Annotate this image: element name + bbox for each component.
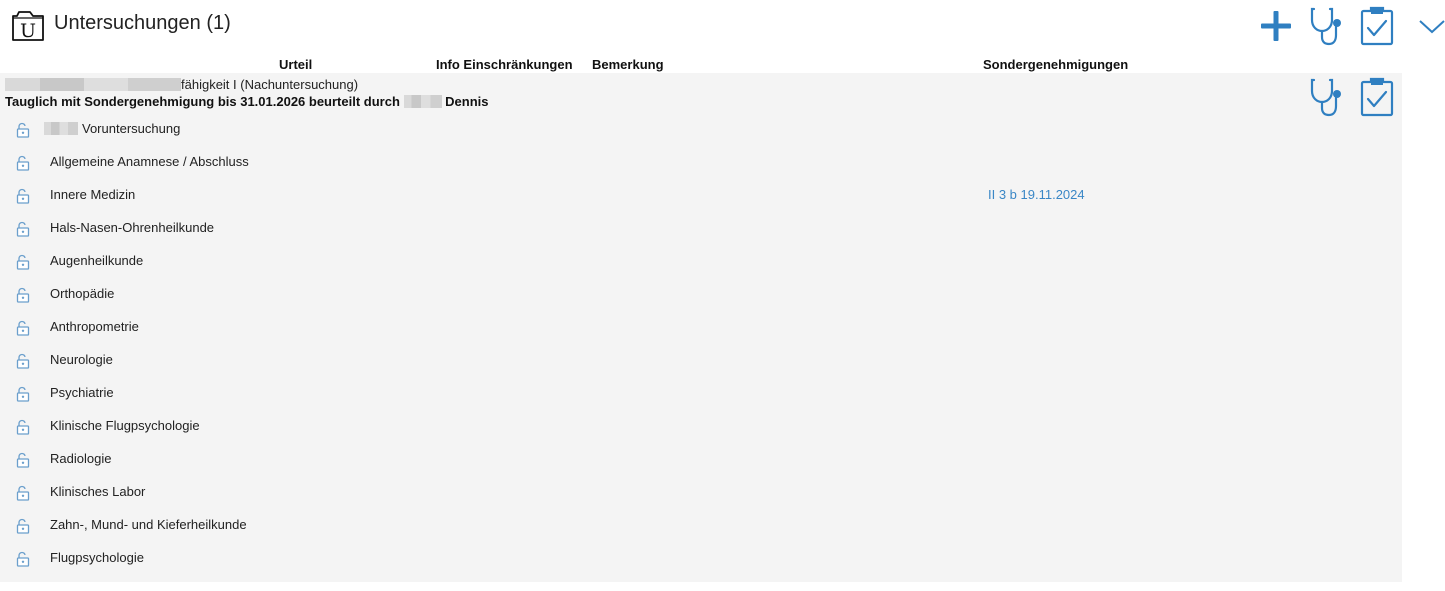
examination-label: Orthopädie [50,286,115,301]
examination-row[interactable]: Innere Medizin II 3 b 19.11.2024 [0,178,1402,211]
redacted-text [403,95,442,108]
examination-label: Hals-Nasen-Ohrenheilkunde [50,220,215,235]
clipboard-check-icon [1360,77,1394,117]
collapse-button[interactable] [1414,6,1445,46]
unlocked-icon [15,254,31,270]
examination-label: Klinische Flugpsychologie [50,418,200,433]
examination-label: Psychiatrie [50,385,114,400]
examination-row[interactable]: Anthropometrie [0,310,1402,343]
examination-label: Flugpsychologie [50,550,144,565]
unlocked-icon [15,452,31,468]
examination-row[interactable]: Hals-Nasen-Ohrenheilkunde [0,211,1402,244]
examination-row[interactable]: Radiologie [0,442,1402,475]
column-header-urteil[interactable]: Urteil [279,57,312,72]
plus-icon [1261,11,1291,41]
examination-row[interactable]: Allgemeine Anamnese / Abschluss [0,145,1402,178]
examination-row[interactable]: Psychiatrie [0,376,1402,409]
unlocked-icon [15,353,31,369]
examination-row[interactable]: Orthopädie [0,277,1402,310]
unlocked-icon [15,188,31,204]
unlocked-icon [15,419,31,435]
examination-list: Voruntersuchung Allgemeine Anamnese / Ab… [0,112,1402,574]
redacted-text [44,122,78,135]
examination-label: Radiologie [50,451,112,466]
redacted-text [5,78,181,91]
section-header: U Untersuchungen (1) [0,0,1445,50]
checklist-button[interactable] [1359,6,1395,46]
examination-folder-icon: U [11,10,45,42]
unlocked-icon [15,122,31,138]
unlocked-icon [15,518,31,534]
case-title[interactable]: fähigkeit I (Nachuntersuchung) [5,77,358,92]
add-button[interactable] [1258,6,1294,46]
column-header-bemerkung[interactable]: Bemerkung [592,57,664,72]
examination-case-panel: fähigkeit I (Nachuntersuchung) Tauglich … [0,73,1402,582]
examination-label: Allgemeine Anamnese / Abschluss [50,154,249,169]
unlocked-icon [15,386,31,402]
chevron-down-icon [1419,20,1445,34]
examination-row[interactable]: Klinische Flugpsychologie [0,409,1402,442]
sondergenehmigung-link[interactable]: II 3 b 19.11.2024 [988,187,1085,202]
examination-button[interactable] [1308,6,1344,46]
examination-label: Zahn-, Mund- und Kieferheilkunde [50,517,247,532]
column-header-info-einschraenkungen[interactable]: Info Einschränkungen [436,57,573,72]
examination-label: Klinisches Labor [50,484,146,499]
examination-label: Voruntersuchung [82,121,181,136]
examination-label: Innere Medizin [50,187,136,202]
unlocked-icon [15,485,31,501]
examination-label: Anthropometrie [50,319,139,334]
unlocked-icon [15,287,31,303]
svg-text:U: U [20,20,36,42]
case-checklist-button[interactable] [1359,77,1395,117]
case-verdict: Tauglich mit Sondergenehmigung bis 31.01… [5,94,489,109]
examination-row[interactable]: Neurologie [0,343,1402,376]
column-header-sondergenehmigungen[interactable]: Sondergenehmigungen [983,57,1128,72]
unlocked-icon [15,551,31,567]
examination-row[interactable]: Voruntersuchung [0,112,1402,145]
examination-row[interactable]: Augenheilkunde [0,244,1402,277]
examination-label: Augenheilkunde [50,253,144,268]
stethoscope-icon [1310,7,1341,46]
case-examination-button[interactable] [1308,77,1344,117]
clipboard-check-icon [1360,6,1394,46]
examination-label: Neurologie [50,352,113,367]
examination-row[interactable]: Flugpsychologie [0,541,1402,574]
unlocked-icon [15,320,31,336]
unlocked-icon [15,221,31,237]
examination-row[interactable]: Klinisches Labor [0,475,1402,508]
stethoscope-icon [1310,78,1341,117]
page-title: Untersuchungen (1) [54,12,231,34]
examination-row[interactable]: Zahn-, Mund- und Kieferheilkunde [0,508,1402,541]
unlocked-icon [15,155,31,171]
